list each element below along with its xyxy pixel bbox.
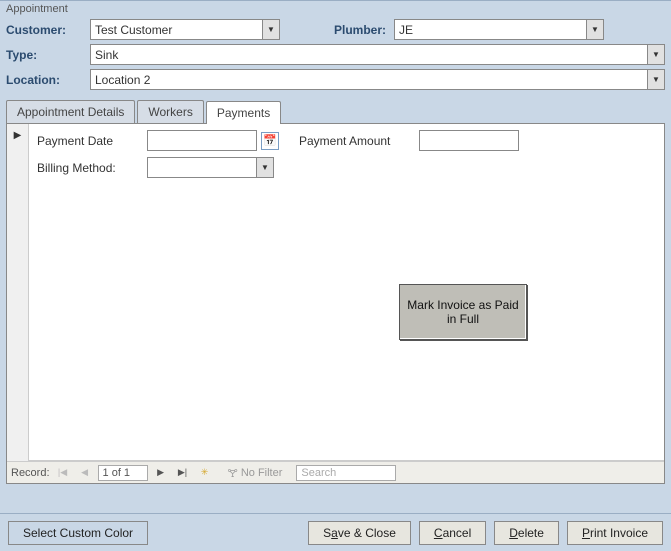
tab-workers[interactable]: Workers (137, 100, 203, 123)
payment-date-input[interactable] (147, 130, 257, 151)
chevron-down-icon[interactable]: ▼ (647, 70, 664, 89)
filter-icon: 🝖 (228, 462, 238, 484)
type-label: Type: (6, 48, 90, 62)
nav-new-icon[interactable]: ✳ (196, 465, 214, 481)
location-combo[interactable]: Location 2 ▼ (90, 69, 665, 90)
type-value: Sink (91, 48, 647, 62)
mark-invoice-paid-button[interactable]: Mark Invoice as Paid in Full (399, 284, 527, 340)
record-selector-icon[interactable]: ▶ (7, 124, 28, 141)
select-custom-color-button[interactable]: Select Custom Color (8, 521, 148, 545)
window-title: Appointment (0, 0, 671, 15)
location-value: Location 2 (91, 73, 647, 87)
chevron-down-icon[interactable]: ▼ (262, 20, 279, 39)
location-label: Location: (6, 73, 90, 87)
recordnav-search-input[interactable]: Search (296, 465, 396, 481)
record-position[interactable]: 1 of 1 (98, 465, 148, 481)
nav-next-icon[interactable]: ▶ (152, 465, 170, 481)
billing-method-label: Billing Method: (37, 161, 147, 175)
cancel-button[interactable]: Cancel (419, 521, 486, 545)
plumber-combo[interactable]: JE ▼ (394, 19, 604, 40)
type-combo[interactable]: Sink ▼ (90, 44, 665, 65)
plumber-label: Plumber: (310, 23, 394, 37)
print-invoice-button[interactable]: Print Invoice (567, 521, 663, 545)
save-close-button[interactable]: Save & Close (308, 521, 411, 545)
chevron-down-icon[interactable]: ▼ (586, 20, 603, 39)
payment-amount-label: Payment Amount (299, 134, 419, 148)
nav-last-icon[interactable]: ▶| (174, 465, 192, 481)
nav-first-icon[interactable]: |◀ (54, 465, 72, 481)
customer-label: Customer: (6, 23, 90, 37)
tab-appointment-details[interactable]: Appointment Details (6, 100, 135, 123)
customer-value: Test Customer (91, 23, 262, 37)
recordnav-label: Record: (11, 467, 50, 479)
plumber-value: JE (395, 23, 586, 37)
chevron-down-icon[interactable]: ▼ (256, 158, 273, 177)
chevron-down-icon[interactable]: ▼ (647, 45, 664, 64)
no-filter-label: 🝖 No Filter (228, 462, 283, 484)
tab-payments[interactable]: Payments (206, 101, 281, 124)
billing-method-combo[interactable]: ▼ (147, 157, 274, 178)
customer-combo[interactable]: Test Customer ▼ (90, 19, 280, 40)
delete-button[interactable]: Delete (494, 521, 559, 545)
payment-amount-input[interactable] (419, 130, 519, 151)
payment-date-label: Payment Date (37, 134, 147, 148)
calendar-icon[interactable]: 📅 (261, 132, 279, 150)
nav-prev-icon[interactable]: ◀ (76, 465, 94, 481)
